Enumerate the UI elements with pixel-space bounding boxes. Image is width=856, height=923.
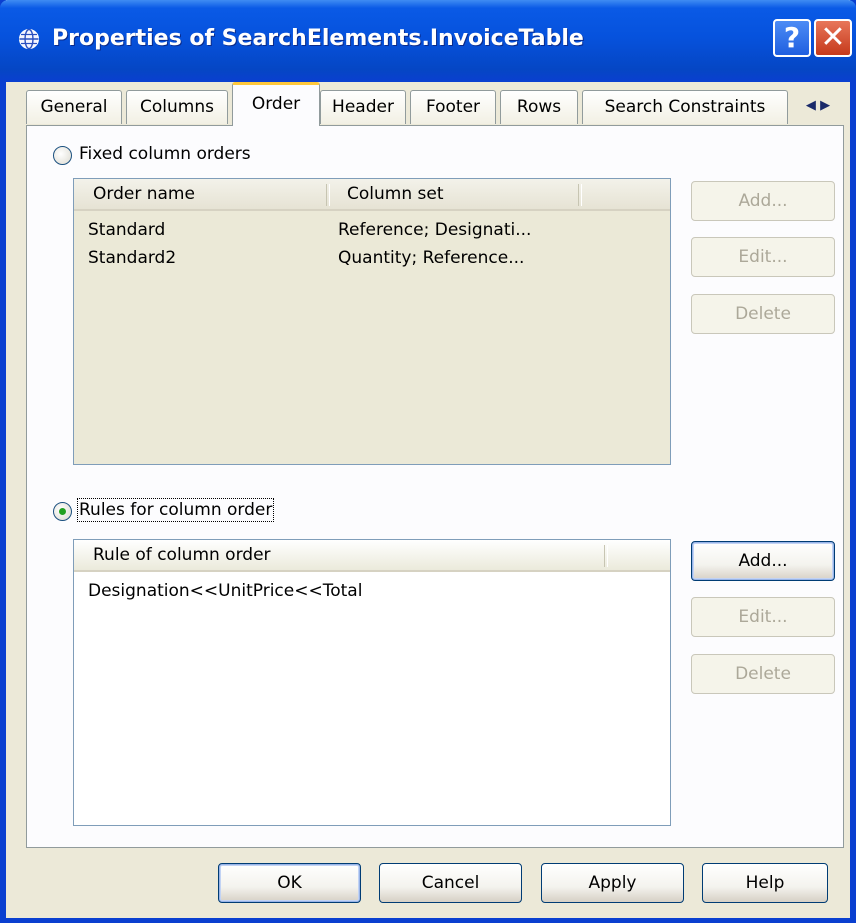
window-title: Properties of SearchElements.InvoiceTabl… [52,26,584,51]
tab-rows[interactable]: Rows [500,90,578,124]
tab-search-constraints[interactable]: Search Constraints [582,90,788,124]
globe-icon [19,28,39,50]
fixed-order-name-1[interactable]: Standard [88,220,165,240]
rule-row-1[interactable]: Designation<<UnitPrice<<Total [88,581,362,601]
rules-radio[interactable] [53,502,72,521]
column-separator[interactable] [578,184,582,206]
fixed-orders-list-header: Order name Column set [74,179,670,211]
fixed-delete-button[interactable]: Delete [691,294,835,334]
rules-edit-button[interactable]: Edit... [691,597,835,637]
column-header-rule[interactable]: Rule of column order [74,540,604,570]
fixed-orders-list[interactable]: Order name Column set Standard Reference… [73,178,671,465]
help-button[interactable]: Help [702,863,828,903]
ok-button[interactable]: OK [218,863,361,903]
tab-general[interactable]: General [26,90,122,124]
rules-label[interactable]: Rules for column order [76,498,275,522]
rules-delete-button[interactable]: Delete [691,654,835,694]
column-separator[interactable] [604,545,608,567]
fixed-add-button[interactable]: Add... [691,181,835,221]
tab-scroll-arrows[interactable]: ◀ ▶ [793,92,843,122]
column-header-column-set[interactable]: Column set [328,179,578,209]
tab-scroll-right-icon[interactable]: ▶ [820,98,830,113]
radio-selected-dot [59,508,66,515]
fixed-edit-button[interactable]: Edit... [691,237,835,277]
tab-scroll-left-icon[interactable]: ◀ [806,98,816,113]
tab-columns[interactable]: Columns [126,90,228,124]
close-button[interactable]: ✕ [814,19,852,57]
fixed-order-columns-1[interactable]: Reference; Designati... [338,220,531,240]
tab-footer[interactable]: Footer [410,90,496,124]
fixed-order-columns-2[interactable]: Quantity; Reference... [338,248,524,268]
tab-order[interactable]: Order [232,82,320,126]
fixed-order-name-2[interactable]: Standard2 [88,248,176,268]
rules-list-header: Rule of column order [74,540,670,572]
fixed-orders-label[interactable]: Fixed column orders [79,144,251,164]
tab-strip: General Columns Order Header Footer Rows… [6,82,850,126]
rules-add-button[interactable]: Add... [691,541,835,581]
rules-list[interactable]: Rule of column order Designation<<UnitPr… [73,539,671,826]
properties-dialog: Properties of SearchElements.InvoiceTabl… [0,0,856,923]
help-title-button[interactable]: ? [773,19,811,57]
title-bar[interactable]: Properties of SearchElements.InvoiceTabl… [0,0,856,82]
order-tab-panel: Fixed column orders Order name Column se… [26,125,844,848]
fixed-orders-radio[interactable] [53,146,72,165]
column-header-order-name[interactable]: Order name [74,179,326,209]
apply-button[interactable]: Apply [541,863,684,903]
cancel-button[interactable]: Cancel [379,863,522,903]
tab-header[interactable]: Header [320,90,406,124]
